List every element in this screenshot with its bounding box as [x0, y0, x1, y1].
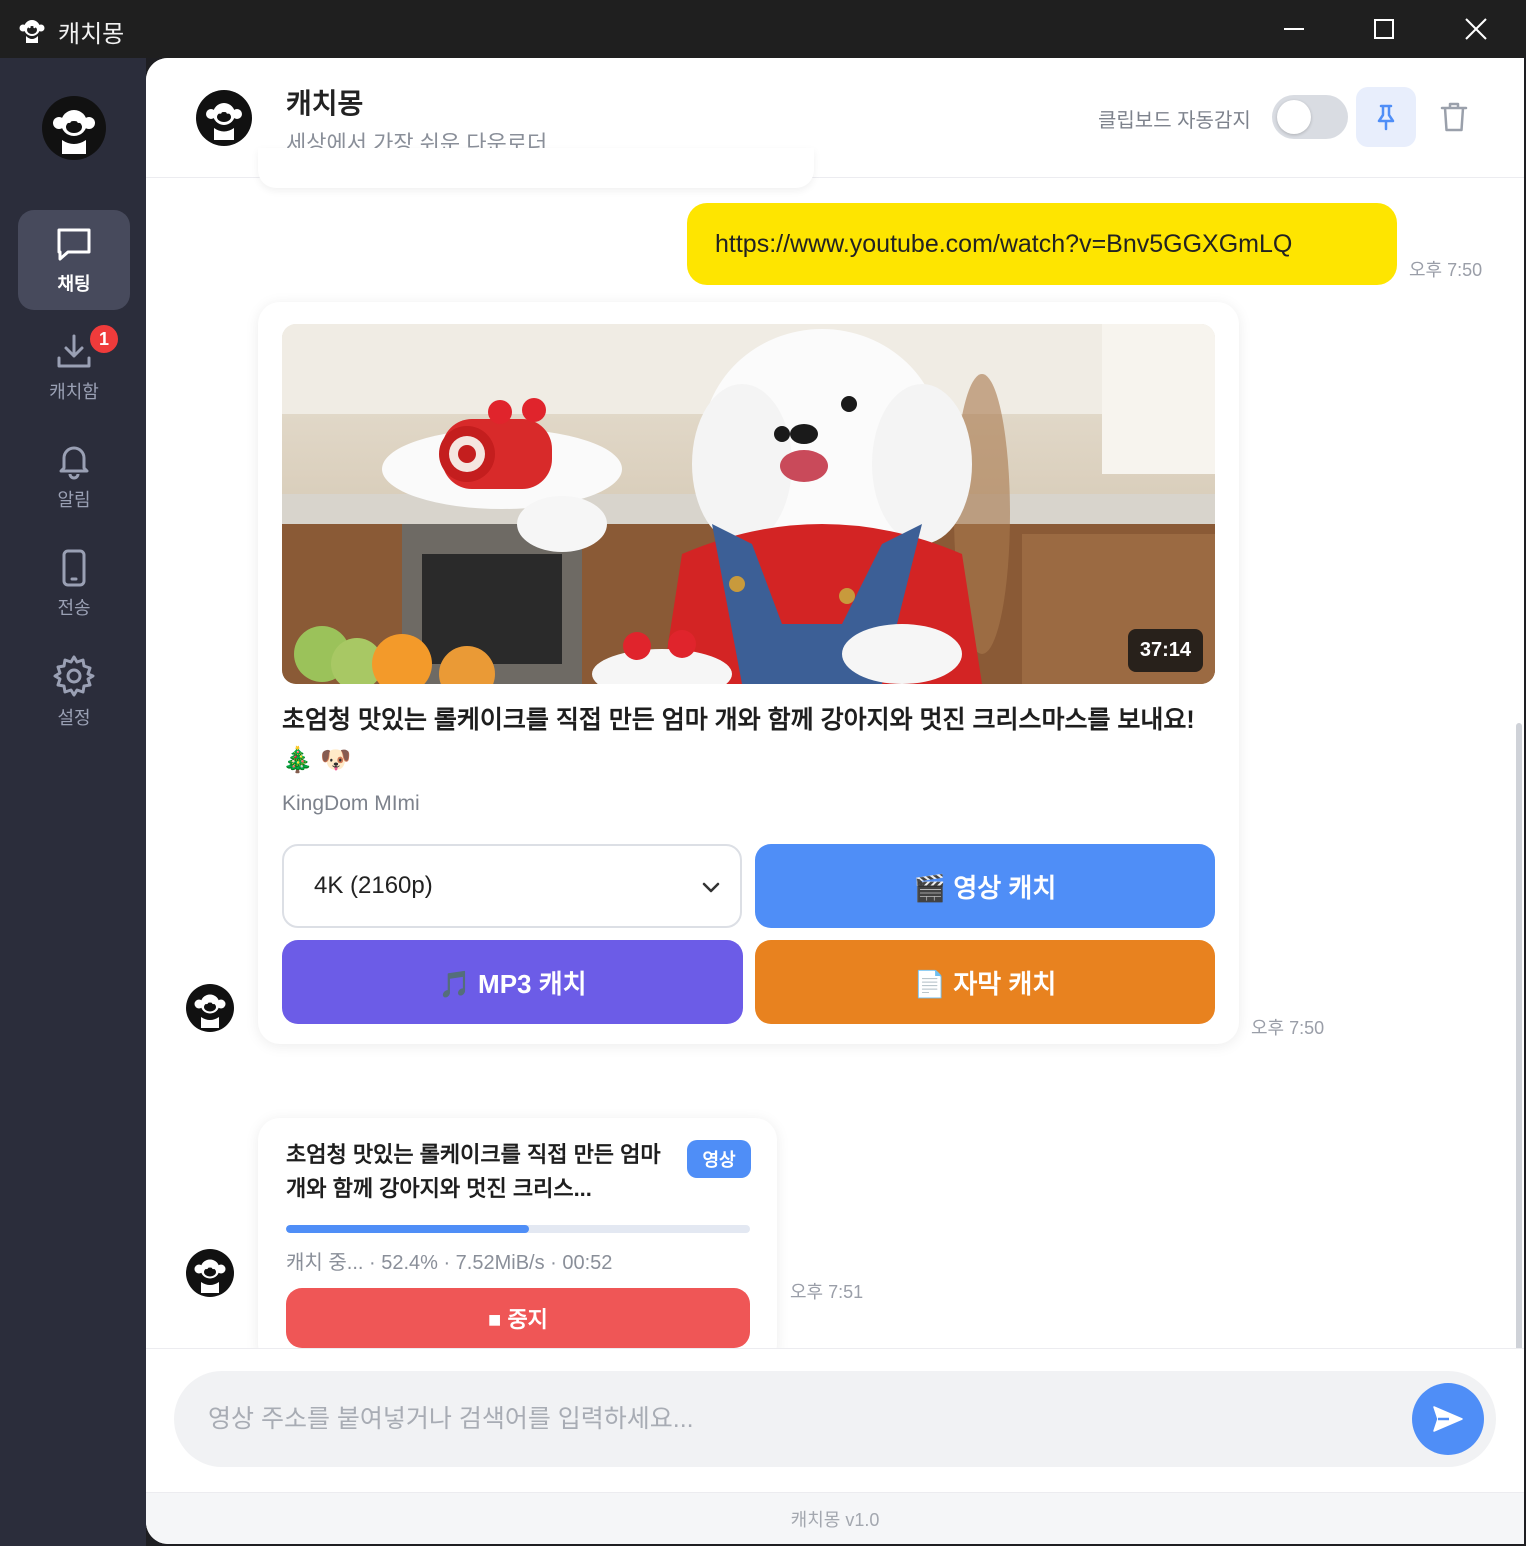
stop-button[interactable]: ■ 중지 [286, 1288, 750, 1348]
title-bar: 캐치몽 [0, 0, 1526, 58]
sidebar-item-transfer[interactable]: 전송 [18, 534, 130, 634]
bot-avatar-icon [186, 1249, 234, 1297]
chat-icon [57, 228, 91, 261]
sidebar-item-settings[interactable]: 설정 [18, 642, 130, 742]
gear-icon [53, 655, 95, 697]
maximize-button[interactable] [1338, 0, 1430, 58]
user-url-message: https://www.youtube.com/watch?v=Bnv5GGXG… [687, 203, 1397, 285]
toggle-knob [1277, 100, 1311, 134]
thumbnail-image [282, 324, 1215, 684]
trash-icon [1440, 102, 1468, 132]
chevron-down-icon [702, 882, 720, 893]
type-badge: 영상 [687, 1140, 751, 1178]
minimize-icon [1284, 28, 1304, 30]
maximize-icon [1374, 19, 1394, 39]
video-catch-button[interactable]: 🎬 영상 캐치 [755, 844, 1215, 928]
sidebar-item-label: 채팅 [57, 274, 91, 294]
subtitle-catch-button[interactable]: 📄 자막 캐치 [755, 940, 1215, 1024]
clear-chat-button[interactable] [1426, 87, 1482, 147]
quality-value: 4K (2160p) [314, 872, 433, 899]
sidebar-item-chat[interactable]: 채팅 [18, 210, 130, 310]
window-title: 캐치몽 [58, 21, 125, 48]
main-panel: 캐치몽 세상에서 가장 쉬운 다운로더 클립보드 자동감지 https://ww… [146, 58, 1524, 1544]
sidebar-item-label: 설정 [57, 708, 91, 728]
previous-message-card [258, 148, 814, 188]
progress-status: 캐치 중... · 52.4% · 7.52MiB/s · 00:52 [286, 1252, 613, 1274]
app-version: 캐치몽 v1.0 [146, 1492, 1524, 1544]
bot-avatar-icon [186, 984, 234, 1032]
video-thumbnail[interactable]: 37:14 [282, 324, 1215, 684]
sidebar-item-label: 알림 [57, 490, 91, 510]
progress-title: 초엄청 맛있는 롤케이크를 직접 만든 엄마 개와 함께 강아지와 멋진 크리스… [286, 1142, 661, 1201]
sidebar: 채팅 캐치함 1 알림 전송 설정 [0, 58, 146, 1546]
bot-avatar-icon [196, 90, 252, 146]
video-info-card: 37:14 초엄청 맛있는 롤케이크를 직접 만든 엄마 개와 함께 강아지와 … [258, 302, 1239, 1044]
close-icon [1465, 18, 1487, 40]
catchbox-badge: 1 [88, 323, 120, 355]
bell-icon [59, 446, 89, 480]
mp3-catch-button[interactable]: 🎵 MP3 캐치 [282, 940, 743, 1024]
pin-button[interactable] [1356, 87, 1416, 147]
pin-icon [1377, 104, 1395, 131]
message-time: 오후 7:50 [1409, 260, 1483, 280]
sidebar-item-alerts[interactable]: 알림 [18, 426, 130, 526]
message-time: 오후 7:50 [1251, 1018, 1325, 1038]
message-time: 오후 7:51 [790, 1282, 864, 1302]
close-button[interactable] [1430, 0, 1522, 58]
sidebar-logo-icon [42, 96, 106, 160]
progress-bar [286, 1225, 750, 1233]
video-channel: KingDom MImi [282, 792, 420, 815]
clipboard-label: 클립보드 자동감지 [1098, 110, 1251, 132]
send-button[interactable] [1412, 1383, 1484, 1455]
message-input-wrapper [174, 1371, 1496, 1467]
sidebar-item-label: 캐치함 [49, 382, 99, 402]
chat-area[interactable]: https://www.youtube.com/watch?v=Bnv5GGXG… [146, 148, 1524, 1468]
progress-fill [286, 1225, 530, 1233]
header-title: 캐치몽 [286, 88, 364, 119]
video-title: 초엄청 맛있는 롤케이크를 직접 만든 엄마 개와 함께 강아지와 멋진 크리스… [282, 706, 1195, 774]
composer [146, 1348, 1524, 1492]
message-input[interactable] [208, 1371, 1388, 1467]
minimize-button[interactable] [1248, 0, 1340, 58]
clipboard-toggle[interactable] [1272, 95, 1348, 139]
phone-icon [62, 549, 86, 587]
video-duration: 37:14 [1127, 629, 1203, 672]
sidebar-item-label: 전송 [57, 598, 91, 618]
download-progress-card: 초엄청 맛있는 롤케이크를 직접 만든 엄마 개와 함께 강아지와 멋진 크리스… [258, 1118, 777, 1366]
monkey-logo-icon [19, 20, 45, 43]
quality-select[interactable]: 4K (2160p) [282, 844, 742, 928]
send-icon [1433, 1406, 1463, 1432]
